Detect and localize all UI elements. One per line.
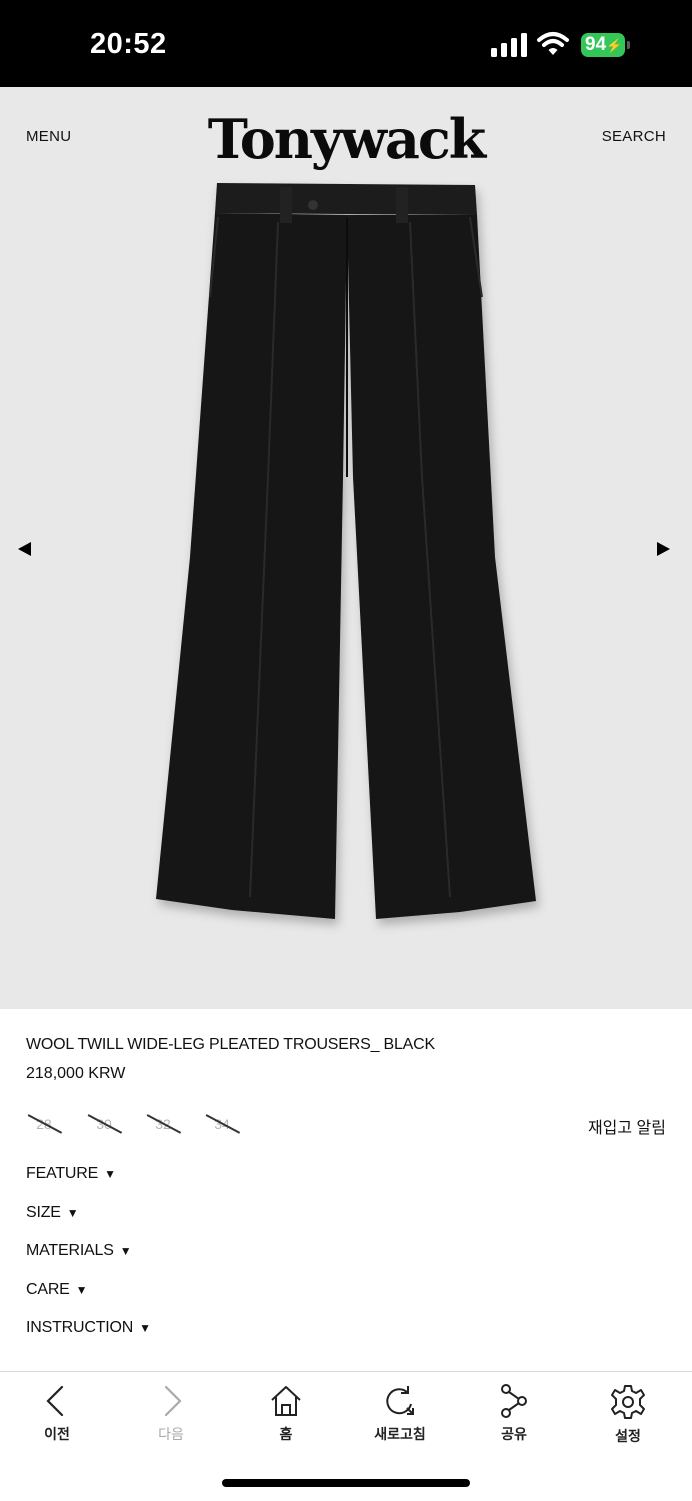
product-price: 218,000 KRW [26,1065,126,1082]
product-details-accordion: FEATURE ▼ SIZE ▼ MATERIALS ▼ CARE ▼ INSTRUCT… [26,1164,151,1357]
product-name: WOOL TWILL WIDE-LEG PLEATED TROUSERS_ BL… [26,1036,435,1053]
home-indicator[interactable] [222,1479,470,1487]
refresh-label: 새로고침 [374,1426,426,1442]
size-options: 28 30 32 34 [26,1111,286,1137]
status-time: 20:52 [90,28,167,60]
share-button[interactable]: 공유 [474,1384,554,1444]
accordion-label: SIZE [26,1203,61,1221]
caret-down-icon: ▼ [75,1282,88,1297]
accordion-label: CARE [26,1280,70,1298]
product-image [156,183,536,919]
refresh-icon [386,1386,414,1415]
product-gallery: MENU Tonywack SEARCH [0,87,692,1009]
forward-button[interactable]: 다음 [131,1384,211,1444]
accordion-label: FEATURE [26,1165,99,1182]
accordion-materials[interactable]: MATERIALS ▼ [26,1241,151,1280]
size-option-sold-out[interactable]: 30 [86,1111,123,1137]
accordion-size[interactable]: SIZE ▼ [26,1203,151,1242]
forward-label: 다음 [158,1426,184,1442]
home-button[interactable]: 홈 [246,1384,326,1444]
accordion-feature[interactable]: FEATURE ▼ [26,1164,151,1203]
search-link[interactable]: SEARCH [602,128,666,145]
caret-down-icon: ▼ [104,1167,116,1181]
share-icon [501,1384,527,1418]
size-option-sold-out[interactable]: 32 [145,1111,182,1137]
caret-down-icon: ▼ [66,1205,79,1220]
settings-button[interactable]: 설정 [588,1384,668,1446]
accordion-care[interactable]: CARE ▼ [26,1280,151,1319]
accordion-label: INSTRUCTION [26,1319,134,1337]
status-bar: 20:52 94⚡ [0,0,692,87]
product-info: WOOL TWILL WIDE-LEG PLEATED TROUSERS_ BL… [26,1036,435,1083]
gear-icon [611,1385,645,1419]
caret-down-icon: ▼ [139,1321,151,1336]
back-button[interactable]: 이전 [17,1384,97,1444]
cellular-signal-icon [491,33,527,57]
accordion-instruction[interactable]: INSTRUCTION ▼ [26,1318,151,1357]
home-icon [271,1386,301,1416]
share-label: 공유 [501,1426,527,1442]
chevron-right-icon [164,1385,182,1417]
wifi-icon [537,32,569,55]
back-label: 이전 [44,1426,70,1442]
size-option-sold-out[interactable]: 34 [204,1111,241,1137]
settings-label: 설정 [615,1428,641,1444]
restock-alert-button[interactable]: 재입고 알림 [588,1114,666,1138]
battery-icon: 94⚡ [581,33,630,57]
chevron-left-icon [46,1385,64,1417]
battery-level: 94 [585,34,607,55]
refresh-button[interactable]: 새로고침 [360,1384,440,1444]
next-image-button[interactable] [657,542,670,556]
caret-down-icon: ▼ [119,1244,132,1259]
previous-image-button[interactable] [18,542,31,556]
accordion-label: MATERIALS [26,1242,114,1260]
home-label: 홈 [279,1426,293,1442]
brand-logo[interactable]: Tonywack [0,107,692,171]
size-option-sold-out[interactable]: 28 [26,1111,63,1137]
